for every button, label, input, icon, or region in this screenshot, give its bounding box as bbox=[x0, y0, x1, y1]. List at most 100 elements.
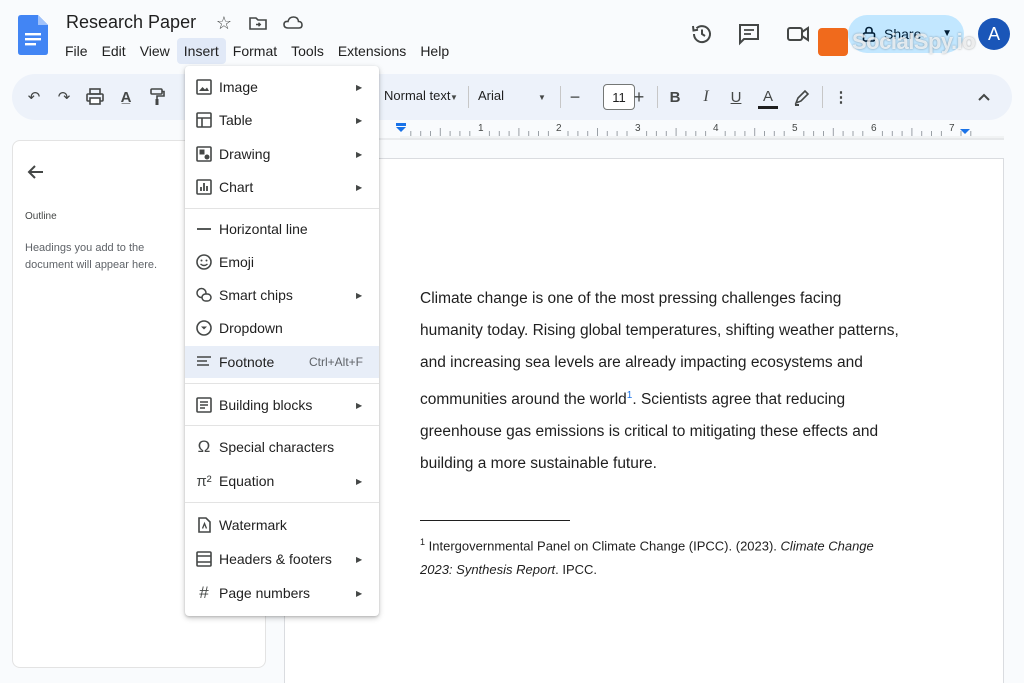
docs-logo-icon[interactable] bbox=[18, 15, 48, 55]
ruler-ticks bbox=[284, 123, 1004, 140]
watermark-icon bbox=[198, 517, 211, 533]
image-icon bbox=[196, 79, 212, 95]
smart-chips-icon bbox=[196, 287, 212, 302]
footnote-icon bbox=[197, 356, 211, 366]
menu-view[interactable]: View bbox=[133, 38, 177, 64]
version-history-icon[interactable] bbox=[690, 22, 714, 46]
menu-edit[interactable]: Edit bbox=[95, 38, 133, 64]
menu-extensions[interactable]: Extensions bbox=[331, 38, 413, 64]
submenu-arrow-icon: ▶ bbox=[356, 290, 363, 300]
submenu-arrow-icon: ▶ bbox=[356, 588, 363, 598]
menu-item-special-characters[interactable]: Ω Special characters bbox=[185, 431, 379, 463]
drawing-icon bbox=[196, 146, 212, 162]
highlight-pen-icon[interactable] bbox=[792, 87, 812, 107]
back-arrow-icon[interactable] bbox=[25, 161, 47, 183]
font-caret-icon[interactable]: ▼ bbox=[532, 87, 552, 107]
left-indent-marker[interactable] bbox=[396, 127, 406, 132]
menu-insert[interactable]: Insert bbox=[176, 38, 226, 64]
undo-icon[interactable]: ↶ bbox=[24, 87, 44, 107]
watermark-text: SocialSpy.io bbox=[852, 29, 976, 54]
comments-icon[interactable] bbox=[737, 22, 761, 46]
menu-item-watermark[interactable]: Watermark bbox=[185, 509, 379, 541]
ruler-number: 4 bbox=[713, 123, 719, 134]
submenu-arrow-icon: ▶ bbox=[356, 476, 363, 486]
menu-item-chart[interactable]: Chart ▶ bbox=[185, 171, 379, 203]
style-caret-icon[interactable]: ▼ bbox=[444, 87, 464, 107]
submenu-arrow-icon: ▶ bbox=[356, 82, 363, 92]
meet-video-icon[interactable] bbox=[786, 22, 810, 46]
omega-icon: Ω bbox=[197, 437, 211, 456]
menu-item-building-blocks[interactable]: Building blocks ▶ bbox=[185, 389, 379, 421]
increase-font-size-icon[interactable]: + bbox=[629, 87, 649, 107]
menu-item-equation[interactable]: π² Equation ▶ bbox=[185, 465, 379, 497]
menu-bar: File Edit View Insert Format Tools Exten… bbox=[58, 38, 456, 64]
ruler-number: 6 bbox=[871, 123, 877, 134]
horizontal-line-icon bbox=[197, 228, 211, 230]
menu-file[interactable]: File bbox=[58, 38, 95, 64]
more-options-icon[interactable]: ⋮ bbox=[831, 87, 851, 107]
style-select[interactable]: Normal text bbox=[384, 88, 450, 103]
menu-item-footnote[interactable]: Footnote Ctrl+Alt+F bbox=[185, 346, 379, 378]
outline-hint: Headings you add to the document will ap… bbox=[25, 242, 158, 271]
toolbar: ↶ ↷ A̲ Normal text ▼ Arial ▼ − 11 + B I … bbox=[12, 74, 1012, 120]
ruler-number: 1 bbox=[478, 123, 484, 134]
submenu-arrow-icon: ▶ bbox=[356, 115, 363, 125]
chart-icon bbox=[196, 179, 212, 195]
footnote-shortcut: Ctrl+Alt+F bbox=[308, 355, 363, 369]
ruler-number: 5 bbox=[792, 123, 798, 134]
submenu-arrow-icon: ▶ bbox=[356, 554, 363, 564]
document-body[interactable]: Climate change is one of the most pressi… bbox=[420, 283, 900, 480]
font-select[interactable]: Arial bbox=[478, 88, 504, 103]
menu-item-drawing[interactable]: Drawing ▶ bbox=[185, 138, 379, 170]
pi-icon: π² bbox=[196, 472, 212, 490]
paint-format-icon[interactable] bbox=[147, 87, 167, 107]
italic-icon[interactable]: I bbox=[696, 87, 716, 107]
decrease-font-size-icon[interactable]: − bbox=[565, 87, 585, 107]
ruler: 1 2 3 4 5 6 7 bbox=[284, 122, 1004, 140]
menu-help[interactable]: Help bbox=[413, 38, 456, 64]
footnote-end: . IPCC. bbox=[555, 562, 598, 578]
bold-icon[interactable]: B bbox=[665, 87, 685, 107]
ruler-number: 2 bbox=[556, 123, 562, 134]
submenu-arrow-icon: ▶ bbox=[356, 182, 363, 192]
print-icon[interactable] bbox=[85, 87, 105, 107]
menu-format[interactable]: Format bbox=[226, 38, 284, 64]
avatar[interactable]: A bbox=[978, 18, 1010, 50]
collapse-toolbar-icon[interactable] bbox=[974, 87, 994, 107]
watermark-overlay: SocialSpy.io bbox=[818, 28, 976, 56]
document-title[interactable]: Research Paper bbox=[66, 12, 196, 33]
spellcheck-icon[interactable]: A̲ bbox=[116, 87, 136, 107]
table-icon bbox=[196, 112, 212, 128]
ruler-number: 7 bbox=[949, 123, 955, 134]
hash-icon: # bbox=[199, 583, 209, 602]
star-icon[interactable]: ☆ bbox=[214, 13, 234, 33]
footnote[interactable]: 1 Intergovernmental Panel on Climate Cha… bbox=[420, 530, 890, 582]
emoji-icon bbox=[196, 254, 212, 270]
menu-item-dropdown[interactable]: Dropdown bbox=[185, 312, 379, 344]
cloud-status-icon[interactable] bbox=[282, 13, 304, 33]
outline-title: Outline bbox=[25, 211, 57, 222]
headers-footers-icon bbox=[196, 551, 212, 567]
dropdown-icon bbox=[196, 320, 212, 336]
menu-item-image[interactable]: Image ▶ bbox=[185, 71, 379, 103]
submenu-arrow-icon: ▶ bbox=[356, 400, 363, 410]
redo-icon[interactable]: ↷ bbox=[54, 87, 74, 107]
underline-icon[interactable]: U bbox=[726, 87, 746, 107]
menu-item-headers-footers[interactable]: Headers & footers ▶ bbox=[185, 543, 379, 575]
document-page[interactable]: Climate change is one of the most pressi… bbox=[284, 158, 1004, 683]
menu-tools[interactable]: Tools bbox=[284, 38, 331, 64]
menu-item-table[interactable]: Table ▶ bbox=[185, 104, 379, 136]
ruler-number: 3 bbox=[635, 123, 641, 134]
footnote-text: Intergovernmental Panel on Climate Chang… bbox=[428, 538, 781, 554]
text-color-icon[interactable]: A bbox=[758, 87, 778, 109]
building-blocks-icon bbox=[196, 397, 212, 413]
menu-item-page-numbers[interactable]: # Page numbers ▶ bbox=[185, 577, 379, 609]
menu-item-emoji[interactable]: Emoji bbox=[185, 246, 379, 278]
insert-menu: Image ▶ Table ▶ Drawing ▶ Chart ▶ Horizo… bbox=[185, 66, 379, 616]
menu-item-smart-chips[interactable]: Smart chips ▶ bbox=[185, 279, 379, 311]
footnote-separator bbox=[420, 520, 570, 521]
move-folder-icon[interactable] bbox=[248, 13, 268, 33]
first-line-indent-marker[interactable] bbox=[396, 123, 406, 126]
menu-item-horizontal-line[interactable]: Horizontal line bbox=[185, 213, 379, 245]
footnote-number: 1 bbox=[420, 537, 426, 547]
